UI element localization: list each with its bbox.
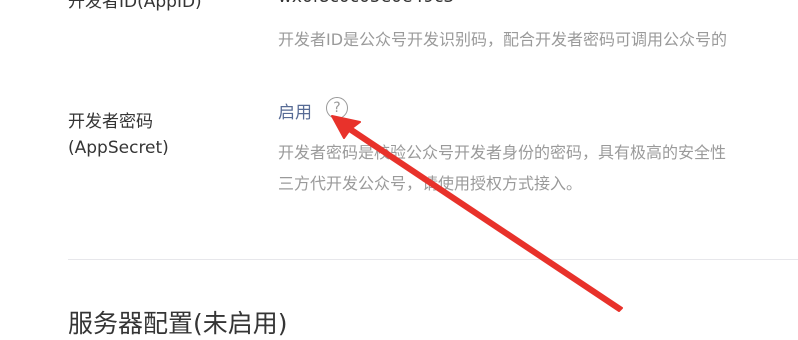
appsecret-description-line1: 开发者密码是校验公众号开发者身份的密码，具有极高的安全性 (278, 143, 727, 162)
appid-value: wx0f8c0c05e0e49c3 (278, 0, 454, 7)
appid-label: 开发者ID(AppID) (68, 0, 202, 12)
appsecret-description-line2: 三方代开发公众号，请使用授权方式接入。 (278, 174, 583, 193)
developer-config-page: 开发者ID(AppID) wx0f8c0c05e0e49c3 开发者ID是公众号… (0, 0, 798, 340)
appid-description: 开发者ID是公众号开发识别码，配合开发者密码可调用公众号的 (278, 30, 728, 49)
appsecret-label-line1: 开发者密码 (68, 112, 153, 132)
section-divider (68, 259, 798, 260)
help-icon[interactable]: ? (326, 97, 348, 119)
appsecret-label-line2: (AppSecret) (68, 138, 169, 158)
server-config-title: 服务器配置(未启用) (68, 309, 288, 338)
enable-appsecret-link[interactable]: 启用 (278, 98, 312, 123)
